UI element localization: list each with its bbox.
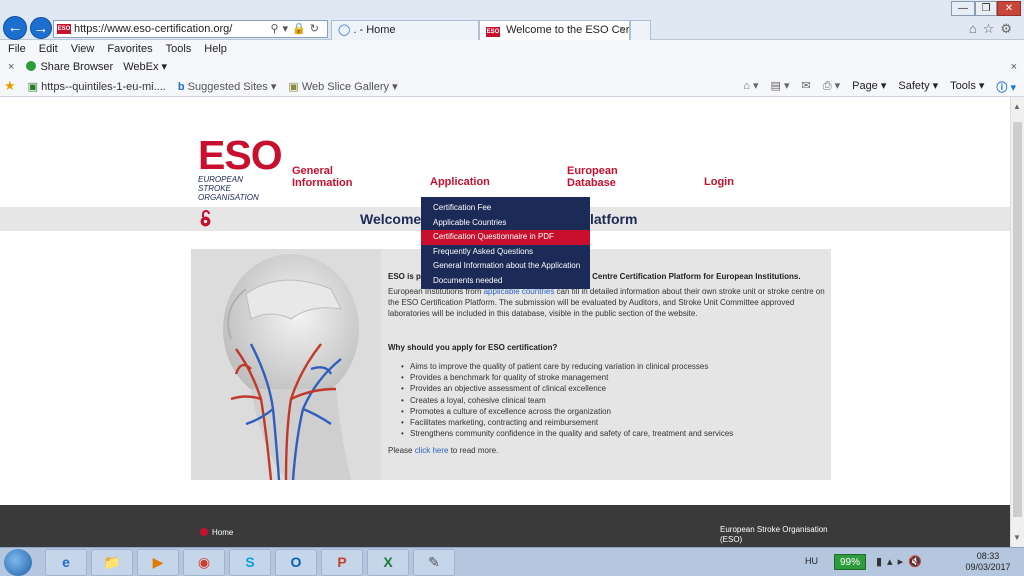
dropdown-item-general-information[interactable]: General Information about the Applicatio… — [421, 259, 590, 274]
favorite-quintiles[interactable]: ▣ https--quintiles-1-eu-mi.... — [28, 80, 166, 93]
site-footer: Home European Stroke Organisation (ESO) — [0, 505, 1010, 547]
tab-label: Welcome to the ESO Certifi... — [506, 24, 630, 36]
start-button[interactable] — [4, 549, 32, 576]
favorite-suggested-sites[interactable]: b Suggested Sites ▾ — [178, 80, 277, 93]
taskbar-excel-icon[interactable]: X — [367, 549, 409, 576]
list-item: Promotes a culture of excellence across … — [401, 406, 828, 417]
taskbar-skype-icon[interactable]: S — [229, 549, 271, 576]
browser-titlebar: ← → ESO https://www.eso-certification.or… — [0, 0, 1024, 40]
list-item: Strengthens community confidence in the … — [401, 428, 828, 439]
skype-toolbar: × Share Browser WebEx ▾ × — [0, 57, 1024, 76]
benefits-list: Aims to improve the quality of patient c… — [388, 361, 828, 439]
head-vessels-illustration — [191, 249, 381, 480]
webex-menu[interactable]: WebEx ▾ — [123, 60, 167, 73]
menu-help[interactable]: Help — [204, 43, 227, 55]
home-icon[interactable]: ⌂ ▾ — [743, 79, 758, 95]
tab-favicon: ESO — [486, 27, 500, 37]
address-url: https://www.eso-certification.org/ — [74, 23, 233, 35]
taskbar-notepad-icon[interactable]: ✎ — [413, 549, 455, 576]
mail-icon[interactable]: ✉ — [802, 79, 811, 95]
menu-tools[interactable]: Tools — [166, 43, 192, 55]
list-item: Provides a benchmark for quality of stro… — [401, 372, 828, 383]
forward-button[interactable]: → — [30, 17, 52, 39]
close-toolbar-right-icon[interactable]: × — [1011, 61, 1017, 73]
tab-home[interactable]: ◯ . - Home — [331, 20, 479, 40]
vertical-scrollbar[interactable]: ▲ ▼ — [1010, 97, 1024, 547]
print-icon[interactable]: ⎙ ▾ — [823, 79, 840, 95]
list-item: Facilitates marketing, contracting and r… — [401, 417, 828, 428]
menu-view[interactable]: View — [71, 43, 95, 55]
nav-general-information[interactable]: General Information — [292, 165, 353, 189]
close-window-button[interactable]: ✕ — [997, 1, 1021, 16]
close-toolbar-icon[interactable]: × — [8, 61, 14, 73]
page-menu[interactable]: Page ▾ — [852, 79, 886, 95]
tray-icons[interactable]: ▮▴▸🔇 — [876, 555, 927, 568]
windows-taskbar: e 📁 ▶ ◉ S O P X ✎ HU 99% ▮▴▸🔇 08:33 09/0… — [0, 547, 1024, 576]
home-bullet-icon — [200, 528, 208, 536]
address-bar[interactable]: ESO https://www.eso-certification.org/ ⚲… — [53, 20, 328, 38]
dropdown-item-applicable-countries[interactable]: Applicable Countries — [421, 216, 590, 231]
skype-icon — [26, 60, 37, 71]
application-dropdown-menu: Certification Fee Applicable Countries C… — [421, 197, 590, 289]
tab-label: . - Home — [353, 24, 396, 36]
taskbar-media-icon[interactable]: ▶ — [137, 549, 179, 576]
nav-login[interactable]: Login — [704, 176, 734, 188]
menu-favorites[interactable]: Favorites — [107, 43, 152, 55]
back-button[interactable]: ← — [3, 16, 27, 40]
menu-file[interactable]: File — [8, 43, 26, 55]
scroll-down-icon[interactable]: ▼ — [1013, 533, 1021, 542]
taskbar-powerpoint-icon[interactable]: P — [321, 549, 363, 576]
restore-button[interactable]: ❐ — [975, 1, 997, 16]
intro-heading-right: Stroke Centre Certification Platform for… — [565, 272, 801, 281]
menubar: File Edit View Favorites Tools Help — [0, 40, 1024, 57]
dropdown-item-certification-fee[interactable]: Certification Fee — [421, 201, 590, 216]
battery-indicator[interactable]: 99% — [834, 554, 866, 570]
share-browser-button[interactable]: Share Browser — [26, 60, 113, 73]
page-viewport: ESO EUROPEAN STROKE ORGANISATION General… — [0, 97, 1010, 547]
scroll-thumb[interactable] — [1013, 122, 1022, 517]
site-favicon: ESO — [57, 24, 71, 34]
taskbar-outlook-icon[interactable]: O — [275, 549, 317, 576]
favorites-star-icon[interactable]: ★ — [4, 78, 16, 94]
command-bar: ⌂ ▾ ▤ ▾ ✉ ⎙ ▾ Page ▾ Safety ▾ Tools ▾ ⓘ … — [743, 79, 1016, 95]
footer-home-link[interactable]: Home — [200, 528, 233, 537]
scroll-up-icon[interactable]: ▲ — [1013, 102, 1021, 111]
lock-icon[interactable] — [199, 210, 212, 227]
read-more-line: Please click here to read more. — [388, 446, 499, 456]
address-tools-icons[interactable]: ⚲▾🔒↻ — [271, 21, 324, 37]
feeds-icon[interactable]: ▤ ▾ — [771, 79, 790, 95]
taskbar-explorer-icon[interactable]: 📁 — [91, 549, 133, 576]
list-item: Aims to improve the quality of patient c… — [401, 361, 828, 372]
welcome-title-left: Welcome — [360, 211, 422, 227]
nav-european-database[interactable]: European Database — [567, 165, 618, 189]
list-item: Provides an objective assessment of clin… — [401, 383, 828, 394]
menu-edit[interactable]: Edit — [39, 43, 58, 55]
ie-tab-icon: ◯ — [338, 24, 351, 36]
intro-text: ESO is p Stroke Centre Certification Pla… — [388, 271, 828, 456]
taskbar-chrome-icon[interactable]: ◉ — [183, 549, 225, 576]
help-icon[interactable]: ⓘ ▾ — [996, 79, 1016, 95]
intro-paragraph: European Institutions from applicable co… — [388, 287, 825, 318]
favorite-web-slice-gallery[interactable]: ▣ Web Slice Gallery ▾ — [288, 80, 397, 93]
home-star-gear-icons[interactable]: ⌂☆⚙ — [969, 21, 1018, 37]
eso-logo[interactable]: ESO EUROPEAN STROKE ORGANISATION — [198, 135, 283, 203]
safety-menu[interactable]: Safety ▾ — [898, 79, 938, 95]
tools-menu[interactable]: Tools ▾ — [950, 79, 984, 95]
why-heading: Why should you apply for ESO certificati… — [388, 343, 558, 352]
minimize-button[interactable]: — — [951, 1, 975, 16]
list-item: Creates a loyal, cohesive clinical team — [401, 395, 828, 406]
dropdown-item-questionnaire-pdf[interactable]: Certification Questionnaire in PDF — [421, 230, 590, 245]
footer-organisation: European Stroke Organisation (ESO) — [720, 525, 828, 544]
dropdown-item-faq[interactable]: Frequently Asked Questions — [421, 245, 590, 260]
new-tab-button[interactable] — [630, 20, 651, 40]
welcome-title-right: latform — [590, 211, 638, 227]
language-indicator[interactable]: HU — [805, 556, 818, 566]
click-here-link[interactable]: click here — [415, 446, 449, 455]
dropdown-item-documents-needed[interactable]: Documents needed — [421, 274, 590, 289]
close-tab-icon[interactable]: × — [619, 21, 625, 40]
nav-application[interactable]: Application — [430, 176, 490, 188]
clock[interactable]: 08:33 09/03/2017 — [958, 551, 1018, 573]
taskbar-ie-icon[interactable]: e — [45, 549, 87, 576]
tab-welcome[interactable]: ESO Welcome to the ESO Certifi... × — [479, 20, 630, 40]
